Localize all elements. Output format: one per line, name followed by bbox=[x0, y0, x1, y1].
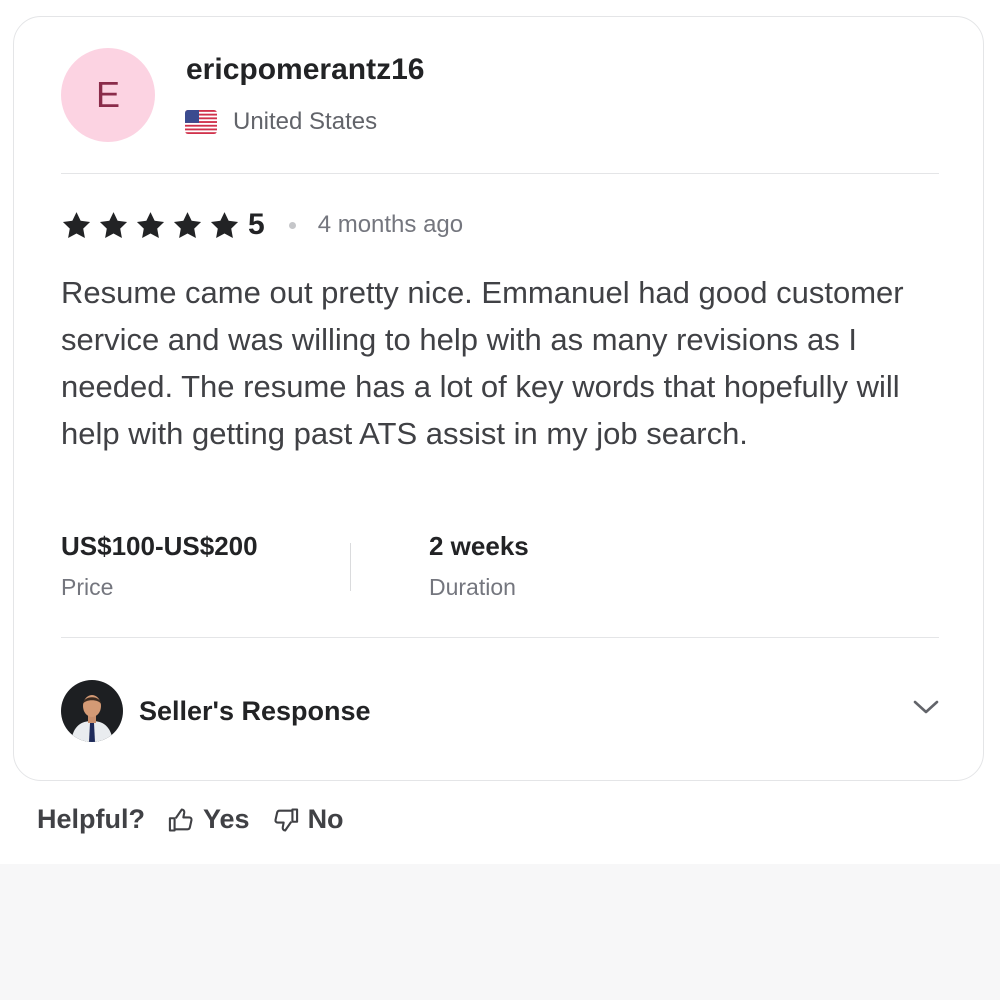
review-card: E ericpomerantz16 United States 5 4 mont… bbox=[13, 16, 984, 781]
helpful-yes-button[interactable]: Yes bbox=[167, 804, 250, 835]
chevron-down-icon[interactable] bbox=[911, 697, 941, 717]
helpful-no-button[interactable]: No bbox=[272, 804, 344, 835]
review-text: Resume came out pretty nice. Emmanuel ha… bbox=[61, 275, 904, 451]
page-footer-background bbox=[0, 864, 1000, 1000]
meta-divider bbox=[350, 543, 351, 591]
divider bbox=[61, 173, 939, 174]
yes-label: Yes bbox=[203, 804, 250, 834]
star-icon bbox=[136, 211, 165, 238]
reviewer-username: ericpomerantz16 bbox=[186, 53, 425, 86]
star-icon bbox=[210, 211, 239, 238]
rating-row: 5 4 months ago bbox=[61, 205, 463, 245]
avatar-initial: E bbox=[95, 74, 120, 115]
us-flag-icon bbox=[185, 110, 217, 134]
thumbs-up-icon bbox=[168, 807, 193, 832]
star-rating bbox=[61, 210, 246, 241]
rating-value: 5 bbox=[248, 208, 265, 241]
thumbs-down-icon bbox=[273, 807, 298, 832]
duration-value: 2 weeks bbox=[429, 531, 529, 561]
star-icon bbox=[62, 211, 91, 238]
reviewer-avatar: E bbox=[61, 48, 155, 142]
helpful-label: Helpful? bbox=[37, 804, 145, 834]
no-label: No bbox=[307, 804, 344, 834]
separator-dot bbox=[288, 221, 296, 229]
price-label: Price bbox=[61, 574, 114, 600]
review-time: 4 months ago bbox=[317, 211, 464, 238]
duration-info: 2 weeks Duration bbox=[429, 531, 529, 601]
star-icon bbox=[99, 211, 128, 238]
reviewer-country: United States bbox=[185, 108, 377, 136]
seller-response-toggle[interactable]: Seller's Response bbox=[61, 680, 941, 742]
helpful-row: Helpful? Yes No bbox=[37, 804, 344, 835]
duration-label: Duration bbox=[429, 574, 516, 600]
seller-response-title: Seller's Response bbox=[139, 695, 371, 726]
price-value: US$100-US$200 bbox=[61, 531, 258, 561]
seller-avatar bbox=[61, 680, 123, 742]
divider bbox=[61, 637, 939, 638]
star-icon bbox=[173, 211, 202, 238]
price-info: US$100-US$200 Price bbox=[61, 531, 258, 601]
country-name: United States bbox=[233, 108, 378, 135]
